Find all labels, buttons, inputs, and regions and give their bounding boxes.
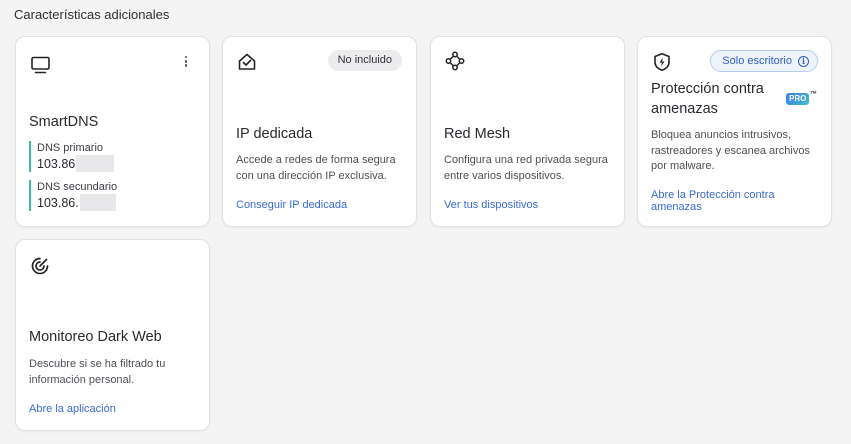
status-badge: No incluido — [327, 50, 402, 71]
mesh-card: Red Mesh Configura una red privada segur… — [430, 36, 625, 227]
mesh-network-icon — [445, 51, 465, 71]
trademark-mark: ™ — [810, 91, 817, 98]
info-icon: i — [798, 55, 809, 67]
redacted-block — [79, 194, 116, 211]
dedicated-ip-card: No incluido IP dedicada Accede a redes d… — [222, 36, 417, 227]
dns-primary-text: 103.86 — [37, 156, 76, 171]
threat-protection-card: Solo escritorio i Protección contra amen… — [637, 36, 832, 227]
get-dedicated-ip-link[interactable]: Conseguir IP dedicada — [236, 199, 347, 211]
more-options-button[interactable] — [181, 56, 191, 70]
dns-primary-value[interactable]: 103.86 — [37, 155, 115, 172]
smartdns-card: SmartDNS DNS primario 103.86 DNS secunda… — [15, 36, 210, 227]
section-title: Características adicionales — [14, 7, 170, 22]
dark-web-card: Monitoreo Dark Web Descubre si se ha fil… — [15, 239, 210, 431]
open-app-link[interactable]: Abre la aplicación — [29, 403, 116, 415]
link-line2: amenazas — [651, 201, 702, 213]
card-description: Accede a redes de forma segura con una d… — [236, 154, 396, 182]
card-title: IP dedicada — [236, 126, 313, 142]
dns-secondary: DNS secundario 103.86. — [29, 180, 117, 211]
card-title-line1: Protección contra — [651, 81, 764, 97]
link-line1: Abre la Protección contra — [651, 189, 775, 201]
desktop-only-badge[interactable]: Solo escritorio i — [710, 50, 818, 72]
card-title: Monitoreo Dark Web — [29, 329, 162, 345]
open-threat-protection-link[interactable]: Abre la Protección contra amenazas — [651, 189, 775, 213]
dns-primary-label: DNS primario — [37, 142, 104, 154]
dns-secondary-value[interactable]: 103.86. — [37, 194, 117, 211]
card-title: Red Mesh — [444, 126, 511, 142]
pro-badge: PRO — [786, 93, 810, 105]
redacted-block — [76, 155, 115, 172]
card-description: Bloquea anuncios intrusivos, rastreadore… — [651, 129, 810, 172]
view-devices-link[interactable]: Ver tus dispositivos — [444, 199, 538, 211]
card-title-line2: amenazas — [651, 101, 718, 117]
radar-icon — [31, 257, 49, 275]
dns-secondary-text: 103.86. — [37, 195, 79, 210]
dns-primary: DNS primario 103.86 — [29, 141, 115, 172]
home-shield-icon — [238, 53, 256, 70]
dns-secondary-label: DNS secundario — [37, 181, 118, 193]
card-title: SmartDNS — [29, 114, 99, 130]
shield-bolt-icon — [654, 53, 670, 71]
card-description: Descubre si se ha filtrado tu informació… — [29, 358, 166, 386]
monitor-icon — [31, 56, 50, 74]
card-description: Configura una red privada segura entre v… — [444, 154, 608, 182]
desktop-only-label: Solo escritorio — [722, 55, 792, 67]
